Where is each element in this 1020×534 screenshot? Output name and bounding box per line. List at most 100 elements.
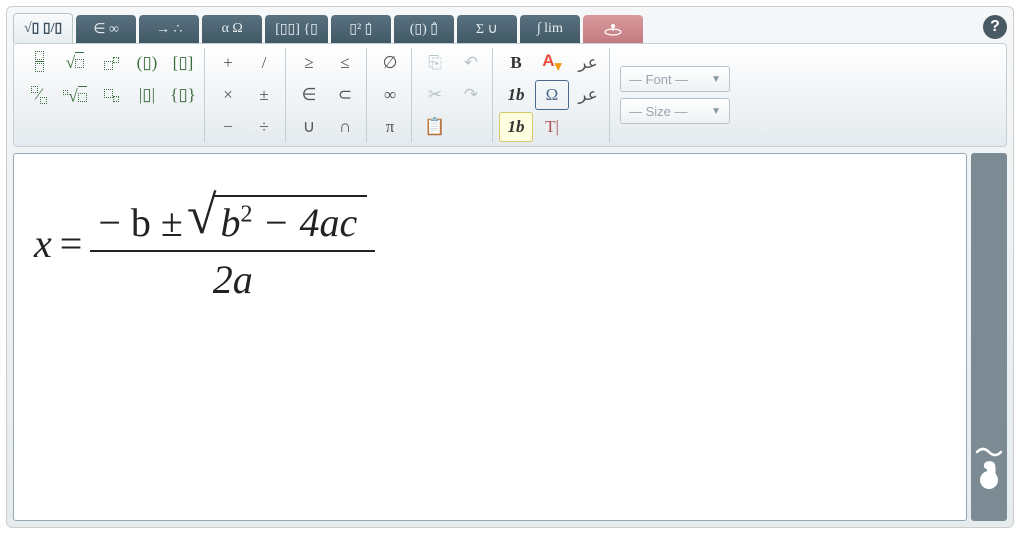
fraction: − b ± √ b2 − 4ac 2a (90, 184, 375, 303)
editor-area: x = − b ± √ b2 − 4ac 2a (13, 153, 1007, 521)
pi-icon: π (386, 117, 395, 137)
operators-group: + / × ± − ÷ (207, 48, 286, 142)
tab-matrix[interactable]: [▯▯] {▯ (265, 15, 328, 43)
tab-label: α Ω (222, 21, 243, 37)
emptyset-button[interactable]: ∅ (373, 48, 407, 78)
paste-icon: 📋 (424, 117, 445, 137)
infinity-button[interactable]: ∞ (373, 80, 407, 110)
tab-math-basic[interactable]: √▯ ▯/▯ (13, 13, 73, 43)
minus-button[interactable]: − (211, 112, 245, 142)
sqrt-icon: √ (66, 53, 84, 73)
tab-calc[interactable]: ∫ lim (520, 15, 580, 43)
plus-icon: + (223, 53, 233, 73)
rtl-button-2[interactable]: ﻋﺮ (571, 80, 605, 110)
lte-icon: ≤ (340, 53, 349, 73)
gte-icon: ≥ (304, 53, 313, 73)
font-dropdown[interactable]: — Font — ▼ (620, 66, 730, 92)
tab-record[interactable] (583, 15, 643, 43)
sqrt-button[interactable]: √ (58, 48, 92, 78)
tab-scripts[interactable]: ▯² ▯̇ (331, 15, 391, 43)
size-dropdown[interactable]: — Size — ▼ (620, 98, 730, 124)
text-color-button[interactable]: A▾ (535, 48, 569, 78)
element-button[interactable]: ∈ (292, 80, 326, 110)
subscript-button[interactable] (94, 80, 128, 110)
slash-icon: / (262, 53, 267, 73)
omega-icon: Ω (546, 85, 559, 105)
equation-editor-app: √▯ ▯/▯ ∈ ∞ → ∴ α Ω [▯▯] {▯ ▯² ▯̇ (▯) ▯̂ … (6, 6, 1014, 528)
infinity-icon: ∞ (384, 85, 396, 105)
cut-button[interactable]: ✂ (418, 80, 452, 110)
element-icon: ∈ (302, 85, 317, 105)
union-icon: ∪ (303, 117, 315, 137)
slash-button[interactable]: / (247, 48, 281, 78)
fraction-button[interactable] (22, 48, 56, 78)
nroot-button[interactable]: √ (58, 80, 92, 110)
italic-button[interactable]: 1b (499, 80, 533, 110)
superscript-icon (104, 51, 119, 75)
undo-icon: ↶ (464, 53, 478, 73)
radicand-b: b (220, 200, 240, 245)
subscript-icon (104, 83, 119, 107)
plus-button[interactable]: + (211, 48, 245, 78)
font-dropdown-label: — Font — (629, 72, 688, 87)
undo-button[interactable]: ↶ (454, 48, 488, 78)
handwriting-icon (975, 444, 1003, 501)
lte-button[interactable]: ≤ (328, 48, 362, 78)
text-mode-icon: T| (545, 117, 559, 137)
tab-label: ∫ lim (537, 21, 563, 37)
emptyset-icon: ∅ (383, 53, 398, 73)
radicand-rest: − 4ac (262, 200, 357, 245)
bevel-fraction-icon: ∕ (31, 81, 48, 109)
plusminus-button[interactable]: ± (247, 80, 281, 110)
tab-bar: √▯ ▯/▯ ∈ ∞ → ∴ α Ω [▯▯] {▯ ▯² ▯̇ (▯) ▯̂ … (7, 7, 1013, 43)
copy-button[interactable]: ⎘ (418, 48, 452, 78)
redo-icon: ↷ (464, 85, 478, 105)
rtl-icon: ﻋﺮ (578, 85, 598, 105)
dropdown-group: — Font — ▼ — Size — ▼ (612, 48, 738, 142)
format-spacer (571, 112, 605, 142)
symbols-group: ∅ ∞ π (369, 48, 412, 142)
brackets-button[interactable]: [▯] (166, 48, 200, 78)
italic-mode-button[interactable]: 1b (499, 112, 533, 142)
tab-symbols[interactable]: ∈ ∞ (76, 15, 136, 43)
tab-brackets[interactable]: (▯) ▯̂ (394, 15, 454, 43)
redo-button[interactable]: ↷ (454, 80, 488, 110)
tab-arrows[interactable]: → ∴ (139, 15, 199, 43)
equation-content: x = − b ± √ b2 − 4ac 2a (34, 184, 946, 303)
copy-icon: ⎘ (428, 53, 442, 73)
fraction-icon (35, 51, 44, 75)
tab-label: ∈ ∞ (93, 21, 119, 38)
intersect-icon: ∩ (339, 117, 351, 137)
gte-button[interactable]: ≥ (292, 48, 326, 78)
bevel-fraction-button[interactable]: ∕ (22, 80, 56, 110)
char-map-button[interactable]: Ω (535, 80, 569, 110)
parens-button[interactable]: (▯) (130, 48, 164, 78)
brackets-icon: [▯] (173, 53, 194, 73)
pi-button[interactable]: π (373, 112, 407, 142)
help-button[interactable]: ? (983, 15, 1007, 39)
subset-button[interactable]: ⊂ (328, 80, 362, 110)
paste-button[interactable]: 📋 (418, 112, 452, 142)
rtl-button-1[interactable]: ﻋﺮ (571, 48, 605, 78)
plusminus-icon: ± (259, 85, 268, 105)
intersect-button[interactable]: ∩ (328, 112, 362, 142)
abs-button[interactable]: |▯| (130, 80, 164, 110)
equation-lhs: x (34, 220, 52, 267)
handwriting-sidebar[interactable] (971, 153, 1007, 521)
braces-button[interactable]: {▯} (166, 80, 200, 110)
edit-group: ⎘ ↶ ✂ ↷ 📋 (414, 48, 493, 142)
bold-button[interactable]: B (499, 48, 533, 78)
tab-greek[interactable]: α Ω (202, 15, 262, 43)
numerator-prefix: − b ± (98, 199, 183, 246)
text-mode-button[interactable]: T| (535, 112, 569, 142)
rtl-icon: ﻋﺮ (578, 53, 598, 73)
tab-bigops[interactable]: Σ ∪ (457, 15, 517, 43)
times-button[interactable]: × (211, 80, 245, 110)
italic-mode-icon: 1b (508, 117, 525, 137)
superscript-button[interactable] (94, 48, 128, 78)
equation-editor[interactable]: x = − b ± √ b2 − 4ac 2a (13, 153, 967, 521)
divide-button[interactable]: ÷ (247, 112, 281, 142)
union-button[interactable]: ∪ (292, 112, 326, 142)
relations-group: ≥ ≤ ∈ ⊂ ∪ ∩ (288, 48, 367, 142)
size-dropdown-label: — Size — (629, 104, 688, 119)
